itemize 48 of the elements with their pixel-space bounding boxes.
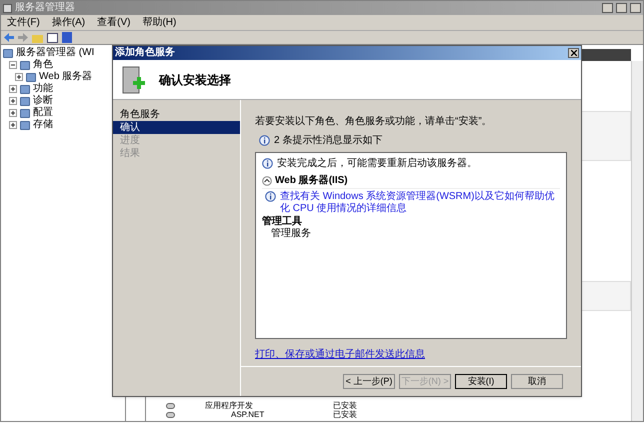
expand-toggle-icon[interactable] (9, 85, 17, 93)
info-icon (259, 135, 270, 146)
wizard-step[interactable]: 角色服务 (113, 108, 240, 121)
install-status: 已安装 (333, 401, 357, 410)
tree-item[interactable]: 诊断 (33, 95, 53, 107)
tree-item[interactable]: 功能 (33, 83, 53, 95)
wizard-button[interactable]: < 上一步(P) (343, 374, 395, 389)
section-title: Web 服务器(IIS) (275, 174, 348, 188)
menu-item[interactable]: 帮助(H) (142, 15, 176, 30)
service-name: 管理服务 (270, 229, 312, 239)
tree-item[interactable]: 服务器管理器 (WI (16, 47, 94, 59)
tree-item[interactable]: 配置 (33, 107, 53, 119)
minimize-button[interactable] (602, 3, 613, 13)
tree-item[interactable]: Web 服务器 (39, 71, 92, 83)
dialog-title: 添加角色服务 (115, 47, 176, 59)
info-icon (265, 191, 276, 202)
server-add-icon (121, 64, 147, 94)
menu-item[interactable]: 操作(A) (52, 15, 86, 30)
role-service-name: 应用程序开发 (205, 401, 254, 410)
window-title: 服务器管理器 (15, 2, 76, 14)
back-arrow-icon[interactable] (4, 33, 14, 42)
pane-icon[interactable] (47, 32, 58, 42)
notice-text: 2 条提示性消息显示如下 (274, 134, 382, 148)
menu-item[interactable]: 查看(V) (97, 15, 130, 30)
collapse-icon[interactable] (262, 176, 272, 186)
role-service-name: ASP.NET (231, 410, 266, 419)
tree-item[interactable]: 存储 (33, 119, 53, 131)
expand-toggle-icon[interactable] (9, 109, 17, 117)
details-link[interactable]: 查找有关 Windows 系统资源管理器(WSRM)以及它如何帮助优化 CPU 使用情况的详细信息 (280, 191, 560, 215)
expand-toggle-icon[interactable] (9, 97, 17, 105)
collapse-toggle-icon[interactable] (9, 61, 17, 69)
menu-item[interactable]: 文件(F) (7, 15, 40, 30)
maximize-button[interactable] (616, 3, 627, 13)
wizard-step[interactable]: 确认 (113, 121, 240, 134)
scrollbar[interactable] (631, 61, 643, 421)
group-title: 管理工具 (262, 217, 303, 227)
instruction-text: 若要安装以下角色、角色服务或功能，请单击“安装”。 (255, 114, 493, 129)
export-link[interactable]: 打印、保存或通过电子邮件发送此信息 (255, 347, 425, 362)
expand-toggle-icon[interactable] (15, 73, 23, 81)
close-button[interactable] (568, 48, 579, 58)
tree-item[interactable]: 角色 (33, 59, 53, 71)
info-text: 安装完成之后，可能需要重新启动该服务器。 (277, 156, 477, 171)
page-heading: 确认安装选择 (159, 72, 231, 88)
expand-toggle-icon[interactable] (9, 121, 17, 129)
info-icon (262, 158, 273, 169)
wizard-button[interactable]: 取消 (511, 374, 563, 389)
wizard-button[interactable]: 安装(I) (455, 374, 507, 389)
install-status: 已安装 (333, 410, 357, 419)
